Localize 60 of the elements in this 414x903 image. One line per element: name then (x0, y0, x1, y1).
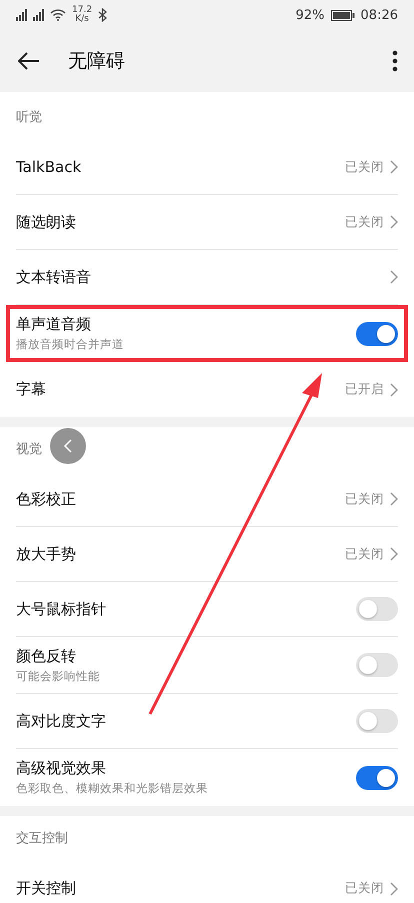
chevron-icon (390, 382, 398, 396)
bluetooth-icon (98, 8, 108, 22)
setting-label: 色彩校正 (16, 490, 77, 508)
network-speed: 17.2 (72, 6, 92, 15)
back-icon (63, 439, 73, 453)
chevron-icon (390, 160, 398, 174)
setting-label: 颜色反转 (16, 646, 77, 666)
chevron-icon (390, 270, 398, 284)
setting-label: 单声道音频 (16, 315, 92, 334)
settings-row[interactable]: 文本转语音 (16, 250, 398, 305)
setting-label: 随选朗读 (16, 212, 77, 232)
toggle-switch[interactable] (356, 653, 398, 677)
settings-row[interactable]: 高级视觉效果 色彩取色、模糊效果和光影错层效果 (16, 749, 398, 806)
settings-row[interactable]: 颜色反转 可能会影响性能 (16, 637, 398, 694)
settings-row[interactable]: 字幕 已开启 (16, 362, 398, 417)
toggle-switch[interactable] (356, 322, 398, 346)
battery-icon (330, 10, 355, 20)
setting-value: 已开启 (345, 381, 384, 398)
signal-icon (33, 9, 44, 21)
settings-row[interactable]: 放大手势 已关闭 (16, 527, 398, 582)
setting-value: 已关闭 (345, 158, 384, 176)
setting-value: 已关闭 (345, 880, 384, 897)
settings-row[interactable]: 随选朗读 已关闭 (16, 195, 398, 250)
setting-description: 可能会影响性能 (16, 668, 101, 684)
settings-row[interactable]: 开关控制 已关闭 (16, 861, 398, 903)
setting-value: 已关闭 (345, 546, 384, 562)
page-title: 无障碍 (68, 49, 126, 74)
setting-label: 大号鼠标指针 (16, 600, 107, 618)
setting-label: 高对比度文字 (16, 712, 107, 730)
network-speed-unit: K/s (75, 15, 89, 24)
settings-row[interactable]: TalkBack 已关闭 (16, 140, 398, 195)
chevron-icon (390, 215, 398, 229)
settings-row[interactable]: 单声道音频 播放音频时合并声道 (6, 305, 408, 362)
chevron-icon (390, 882, 398, 896)
clock: 08:26 (360, 8, 398, 22)
setting-label: 放大手势 (16, 544, 77, 564)
setting-description: 播放音频时合并声道 (16, 337, 125, 352)
setting-label: 字幕 (16, 380, 47, 399)
setting-label: 文本转语音 (16, 268, 92, 286)
section-title: 交互控制 (16, 830, 68, 847)
setting-label: 高级视觉效果 (16, 759, 107, 778)
setting-label: TalkBack (16, 158, 82, 176)
settings-row[interactable]: 大号鼠标指针 (16, 582, 398, 637)
toggle-switch[interactable] (356, 766, 398, 790)
wifi-icon (50, 9, 66, 21)
floating-back-button[interactable] (50, 428, 86, 464)
settings-row[interactable]: 高对比度文字 (16, 694, 398, 749)
setting-description: 色彩取色、模糊效果和光影错层效果 (16, 781, 209, 796)
setting-value: 已关闭 (345, 214, 384, 230)
section-title: 视觉 (16, 441, 42, 458)
settings-row[interactable]: 色彩校正 已关闭 (16, 472, 398, 527)
toggle-switch[interactable] (356, 709, 398, 733)
setting-label: 开关控制 (16, 879, 77, 898)
chevron-icon (390, 492, 398, 506)
signal-icon (16, 9, 27, 21)
section-title: 听觉 (16, 109, 42, 126)
setting-value: 已关闭 (345, 490, 384, 508)
chevron-icon (390, 547, 398, 561)
toggle-switch[interactable] (356, 597, 398, 621)
battery-percent: 92% (296, 8, 325, 22)
